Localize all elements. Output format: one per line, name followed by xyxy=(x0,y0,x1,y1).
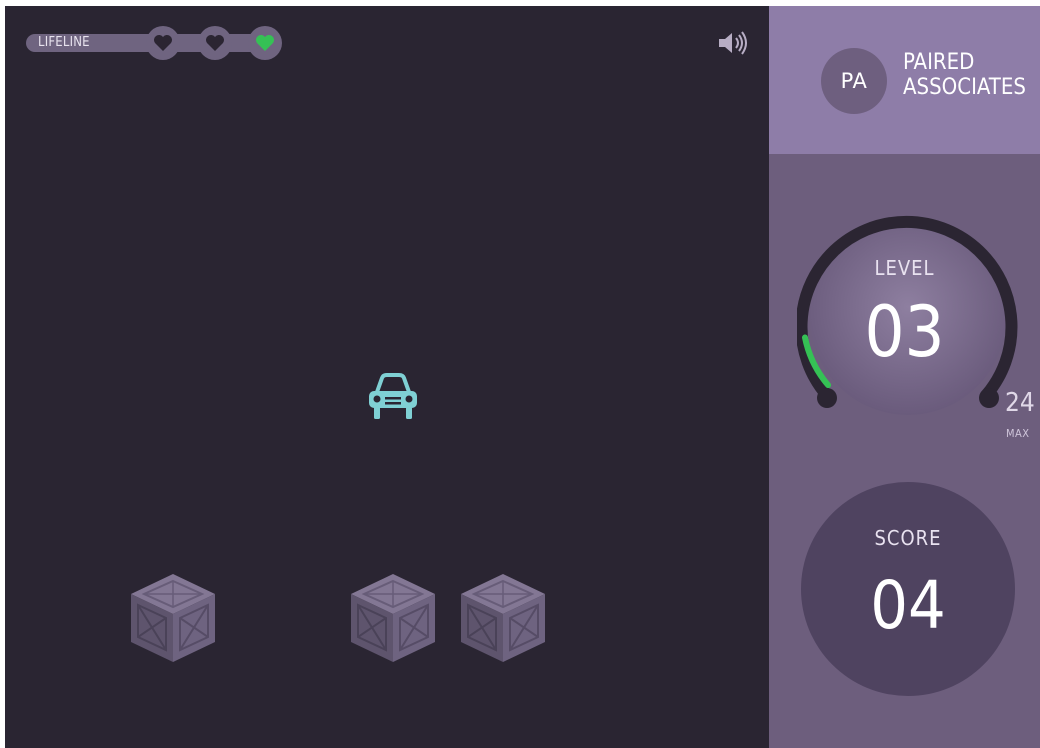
crate-icon[interactable] xyxy=(459,572,547,664)
sidebar-header: PA PAIRED ASSOCIATES xyxy=(769,6,1040,154)
max-level-value: 24 xyxy=(1005,388,1035,418)
heart-icon xyxy=(198,26,232,60)
dial-end-knob xyxy=(979,388,999,408)
sidebar: PA PAIRED ASSOCIATES LEVEL 03 24 MAX SCO… xyxy=(769,6,1040,748)
game-avatar: PA xyxy=(821,48,887,114)
heart-icon-active xyxy=(248,26,282,60)
speaker-icon[interactable] xyxy=(717,30,751,56)
crate-icon[interactable] xyxy=(129,572,217,664)
score-value: 04 xyxy=(870,567,946,644)
dial-start-knob xyxy=(817,388,837,408)
crate-icon[interactable] xyxy=(349,572,437,664)
lifeline-meter: LIFELINE xyxy=(26,26,282,60)
game-stage: LIFELINE xyxy=(5,6,769,748)
level-label: LEVEL xyxy=(874,256,935,280)
heart-icon xyxy=(146,26,180,60)
max-level-label: MAX xyxy=(1006,427,1030,440)
lifeline-label: LIFELINE xyxy=(38,35,90,50)
score-label: SCORE xyxy=(874,526,942,550)
level-value: 03 xyxy=(864,291,945,373)
car-icon xyxy=(363,370,423,426)
game-title: PAIRED ASSOCIATES xyxy=(903,50,1026,100)
